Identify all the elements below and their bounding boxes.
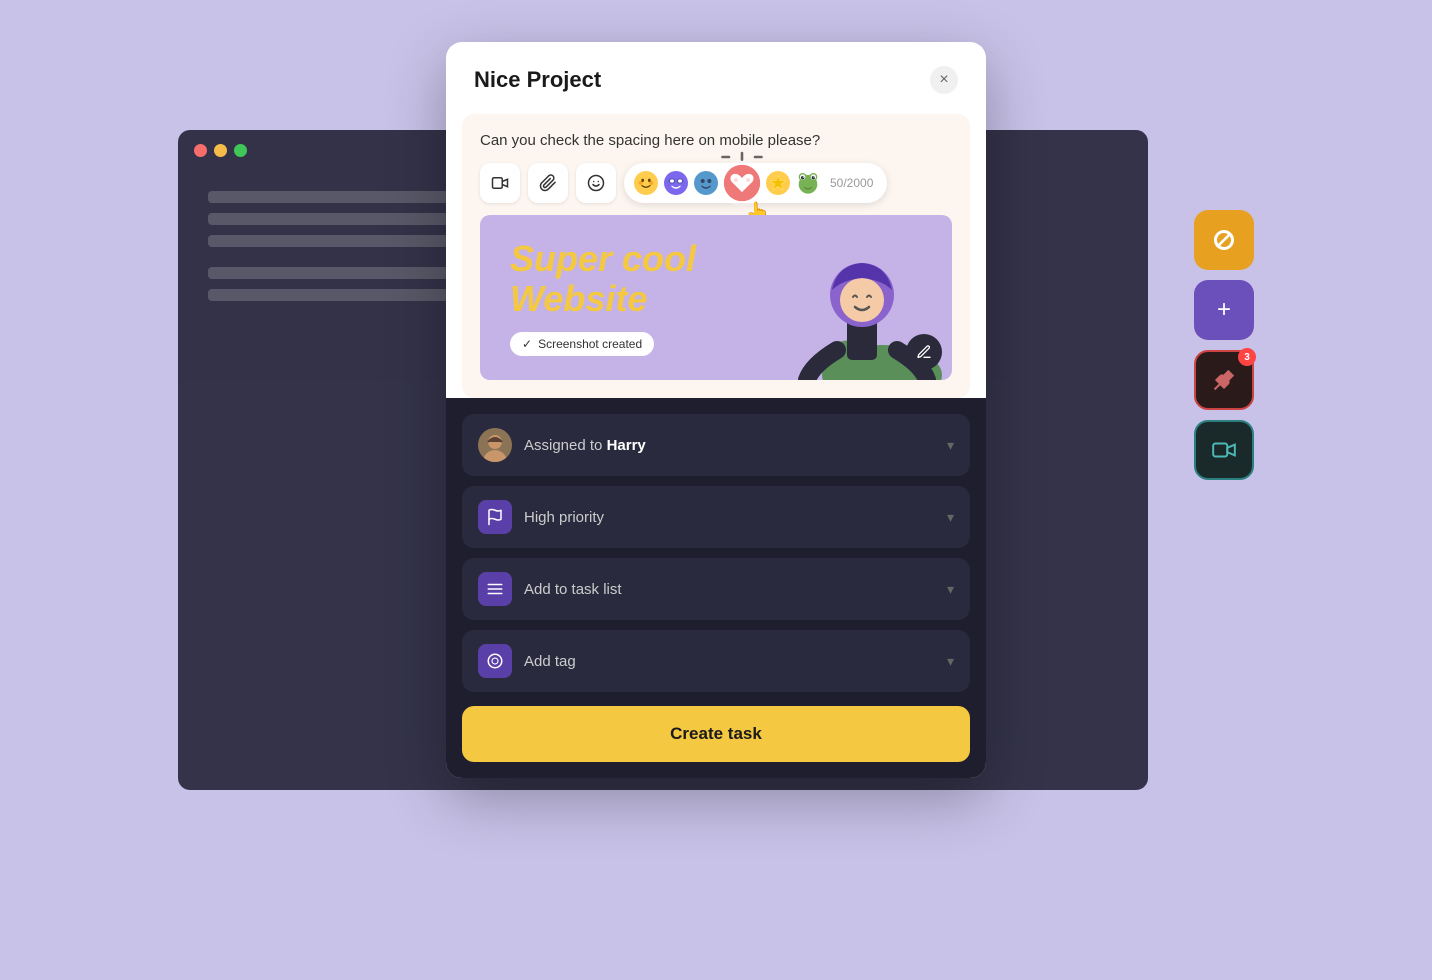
blush-emoji-icon bbox=[634, 171, 658, 195]
edit-icon bbox=[916, 344, 932, 360]
cool-emoji-icon bbox=[664, 171, 688, 195]
screenshot-title-line2: Website bbox=[510, 279, 696, 319]
attach-icon bbox=[539, 174, 557, 192]
emoji-blue[interactable] bbox=[694, 171, 718, 195]
badge-label: Screenshot created bbox=[538, 337, 642, 351]
task-list-dropdown[interactable]: Add to task list ▾ bbox=[462, 558, 970, 620]
smile-icon bbox=[587, 174, 605, 192]
emoji-frog[interactable] bbox=[796, 171, 820, 195]
traffic-light-green bbox=[234, 144, 247, 157]
sidebar-logo-button[interactable] bbox=[1194, 210, 1254, 270]
priority-label: High priority bbox=[524, 509, 935, 526]
sidebar-video-button[interactable] bbox=[1194, 420, 1254, 480]
modal-header: Nice Project × bbox=[446, 42, 986, 114]
video-action-button[interactable] bbox=[480, 163, 520, 203]
right-sidebar: + 3 bbox=[1194, 210, 1254, 480]
emoji-cool[interactable] bbox=[664, 171, 688, 195]
logo-icon bbox=[1209, 225, 1239, 255]
priority-dropdown[interactable]: High priority ▾ bbox=[462, 486, 970, 548]
video-action-icon bbox=[491, 174, 509, 192]
pin-badge: 3 bbox=[1238, 348, 1256, 366]
emoji-picker[interactable]: 👆 50/2000 bbox=[624, 163, 887, 203]
bottom-panel: Assigned to Harry ▾ High priority ▾ bbox=[446, 398, 986, 778]
list-icon bbox=[486, 580, 504, 598]
tag-icon bbox=[478, 644, 512, 678]
pin-icon bbox=[1211, 367, 1237, 393]
harry-avatar bbox=[478, 428, 512, 462]
blue-emoji-icon bbox=[694, 171, 718, 195]
sidebar-add-button[interactable]: + bbox=[1194, 280, 1254, 340]
screenshot-text: Super cool Website ✓ Screenshot created bbox=[480, 215, 726, 380]
priority-flag-icon bbox=[486, 508, 504, 526]
tag-chevron: ▾ bbox=[947, 653, 954, 670]
comment-card: Can you check the spacing here on mobile… bbox=[462, 114, 970, 398]
modal: Nice Project × Can you check the spacing… bbox=[446, 42, 986, 778]
assigned-to-dropdown[interactable]: Assigned to Harry ▾ bbox=[462, 414, 970, 476]
emoji-heart[interactable] bbox=[724, 165, 760, 201]
tag-label: Add tag bbox=[524, 653, 935, 670]
assignee-name: Harry bbox=[607, 437, 646, 454]
char-count: 50/2000 bbox=[826, 176, 877, 190]
frog-emoji-icon bbox=[796, 171, 820, 195]
traffic-light-red bbox=[194, 144, 207, 157]
plus-icon: + bbox=[1217, 296, 1231, 324]
video-icon bbox=[1211, 437, 1237, 463]
screenshot-title-line1: Super cool bbox=[510, 239, 696, 279]
attach-action-button[interactable] bbox=[528, 163, 568, 203]
task-list-icon bbox=[478, 572, 512, 606]
task-list-chevron: ▾ bbox=[947, 581, 954, 598]
emoji-star[interactable] bbox=[766, 171, 790, 195]
sidebar-pin-button[interactable]: 3 bbox=[1194, 350, 1254, 410]
tag-dropdown[interactable]: Add tag ▾ bbox=[462, 630, 970, 692]
assigned-to-chevron: ▾ bbox=[947, 437, 954, 454]
emoji-action-button[interactable] bbox=[576, 163, 616, 203]
create-task-button[interactable]: Create task bbox=[462, 706, 970, 762]
comment-actions: 👆 50/2000 bbox=[480, 163, 952, 203]
screenshot-action-button[interactable] bbox=[906, 334, 942, 370]
priority-chevron: ▾ bbox=[947, 509, 954, 526]
avatar-icon bbox=[478, 428, 512, 462]
comment-text: Can you check the spacing here on mobile… bbox=[480, 132, 952, 149]
tag-circle-icon bbox=[486, 652, 504, 670]
modal-title: Nice Project bbox=[474, 67, 601, 93]
badge-checkmark: ✓ bbox=[522, 337, 532, 351]
heart-emoji-icon bbox=[724, 165, 760, 201]
emoji-blush[interactable] bbox=[634, 171, 658, 195]
traffic-light-yellow bbox=[214, 144, 227, 157]
close-button[interactable]: × bbox=[930, 66, 958, 94]
task-list-label: Add to task list bbox=[524, 581, 935, 598]
star-emoji-icon bbox=[766, 171, 790, 195]
screenshot-badge: ✓ Screenshot created bbox=[510, 332, 654, 356]
priority-icon bbox=[478, 500, 512, 534]
assigned-to-label: Assigned to Harry bbox=[524, 437, 935, 454]
screenshot-preview: Super cool Website ✓ Screenshot created bbox=[480, 215, 952, 380]
